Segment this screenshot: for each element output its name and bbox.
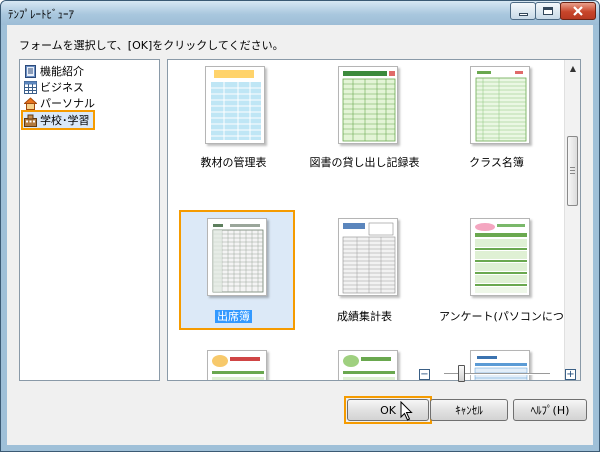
template-thumbnail-image bbox=[211, 70, 261, 140]
zoom-in-button[interactable]: + bbox=[565, 369, 576, 380]
template-thumbnail bbox=[207, 350, 267, 380]
template-label: 図書の貸し出し記録表 bbox=[309, 156, 420, 169]
template-label: クラス名簿 bbox=[469, 156, 524, 169]
template-thumbnail bbox=[205, 66, 265, 144]
close-icon bbox=[573, 6, 583, 16]
window-title: ﾃﾝﾌﾟﾚｰﾄﾋﾞｭｰｱ bbox=[8, 8, 74, 21]
template-thumbnail-image bbox=[212, 224, 264, 293]
template-thumbnail-image bbox=[342, 222, 396, 294]
template-thumbnail bbox=[470, 66, 530, 144]
category-item-school[interactable]: 学校･学習 bbox=[21, 110, 95, 130]
scrollbar-thumb[interactable] bbox=[567, 136, 578, 206]
zoom-slider-thumb[interactable] bbox=[458, 365, 465, 382]
grip-line bbox=[570, 170, 575, 171]
scroll-up-button[interactable]: ▲ bbox=[565, 60, 580, 76]
template-thumbnail bbox=[338, 66, 398, 144]
zoom-out-button[interactable]: − bbox=[419, 369, 430, 380]
maximize-icon bbox=[543, 7, 553, 15]
school-icon bbox=[24, 114, 37, 127]
house-icon bbox=[24, 96, 37, 110]
book-icon bbox=[25, 64, 36, 78]
template-label: 成績集計表 bbox=[337, 310, 392, 323]
template-thumbnail-image bbox=[475, 223, 527, 293]
arrow-up-icon: ▲ bbox=[569, 63, 577, 73]
dialog-body: フォームを選択して、[OK]をクリックしてください。 機能紹介 ビジネス パーソ… bbox=[7, 25, 593, 445]
title-bar[interactable]: ﾃﾝﾌﾟﾚｰﾄﾋﾞｭｰｱ bbox=[1, 1, 599, 25]
category-item-features[interactable]: 機能紹介 bbox=[24, 63, 84, 79]
mouse-cursor-icon bbox=[400, 401, 413, 421]
minimize-button[interactable] bbox=[510, 2, 536, 20]
template-thumbnail-image bbox=[212, 355, 264, 380]
grip-line bbox=[570, 173, 575, 174]
category-item-personal[interactable]: パーソナル bbox=[24, 95, 95, 111]
maximize-button[interactable] bbox=[535, 2, 561, 20]
cancel-button[interactable]: ｷｬﾝｾﾙ bbox=[430, 399, 508, 421]
template-viewer-window: ﾃﾝﾌﾟﾚｰﾄﾋﾞｭｰｱ フォームを選択して、[OK]をクリックしてください。 … bbox=[0, 0, 600, 452]
grip-line bbox=[570, 167, 575, 168]
category-label: 機能紹介 bbox=[40, 65, 84, 78]
template-label: アンケート(パソコンについて bbox=[439, 310, 581, 323]
ok-button[interactable]: OK bbox=[347, 399, 429, 421]
template-thumbnail bbox=[338, 350, 398, 380]
close-button[interactable] bbox=[560, 2, 596, 20]
template-label-selected: 出席簿 bbox=[215, 310, 252, 323]
gallery-scrollbar[interactable]: ▲ ▼ bbox=[564, 60, 580, 380]
template-thumbnail bbox=[470, 350, 530, 380]
minimize-icon bbox=[518, 13, 528, 16]
template-thumbnail-image bbox=[475, 71, 527, 142]
help-button[interactable]: ﾍﾙﾌﾟ(H) bbox=[513, 399, 587, 421]
category-label: 学校･学習 bbox=[40, 114, 90, 127]
category-label: パーソナル bbox=[40, 97, 95, 110]
template-gallery[interactable]: 教材の管理表 図書の貸し出し記録表 クラス名簿 出席簿 成績集計表 アンケート(… bbox=[167, 59, 581, 381]
category-item-business[interactable]: ビジネス bbox=[24, 79, 84, 95]
category-list[interactable]: 機能紹介 ビジネス パーソナル 学校･学習 bbox=[19, 59, 160, 381]
category-label: ビジネス bbox=[40, 81, 84, 94]
template-thumbnail bbox=[338, 218, 398, 296]
instruction-text: フォームを選択して、[OK]をクリックしてください。 bbox=[19, 39, 284, 52]
template-thumbnail-image bbox=[474, 356, 528, 380]
template-label: 教材の管理表 bbox=[200, 156, 267, 169]
template-thumbnail-image bbox=[342, 71, 396, 142]
template-thumbnail bbox=[207, 218, 267, 296]
template-thumbnail-image bbox=[343, 355, 395, 380]
grid-icon bbox=[24, 80, 37, 94]
template-thumbnail bbox=[470, 218, 530, 296]
